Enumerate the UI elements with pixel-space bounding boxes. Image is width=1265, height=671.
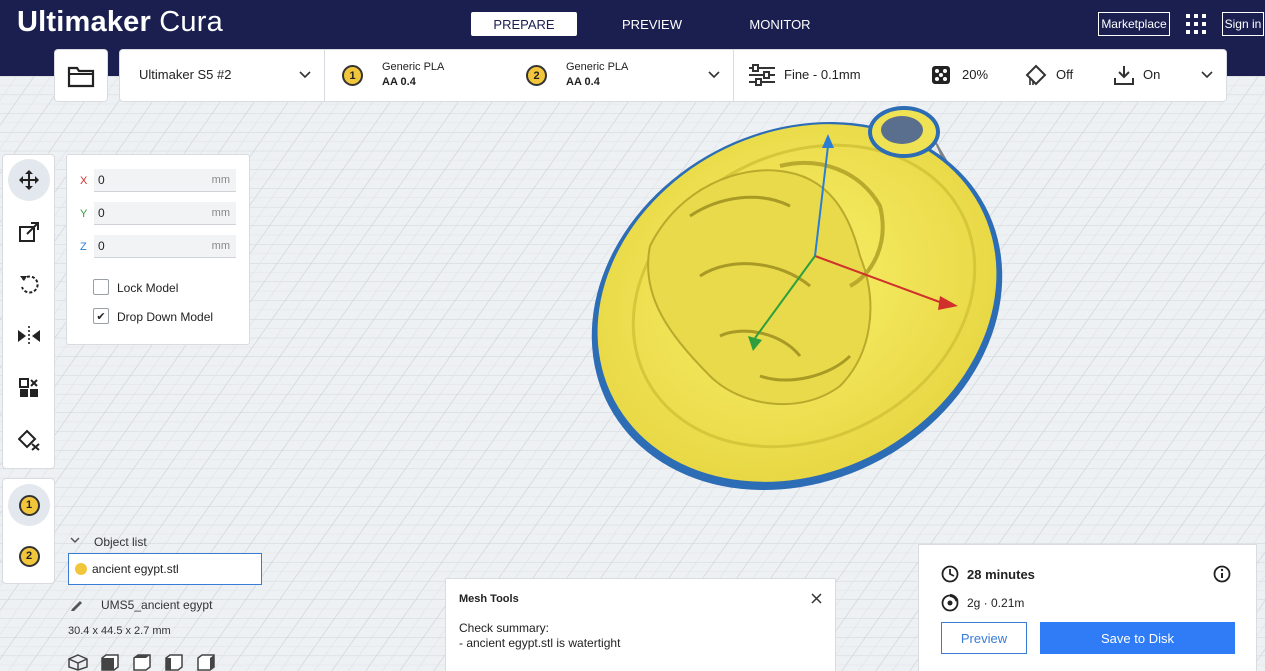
- pencil-icon[interactable]: [70, 598, 86, 612]
- extruder-color-dot: [75, 563, 87, 575]
- app-logo: Ultimaker Cura: [17, 6, 223, 39]
- folder-icon: [67, 66, 95, 87]
- material-usage: 2g · 0.21m: [967, 596, 1025, 610]
- z-axis-label: Z: [80, 241, 87, 253]
- y-unit: mm: [211, 207, 230, 219]
- chevron-down-icon[interactable]: [299, 71, 311, 79]
- save-to-disk-button[interactable]: Save to Disk: [1040, 622, 1235, 654]
- marketplace-button[interactable]: Marketplace: [1098, 12, 1170, 36]
- clock-icon: [941, 565, 959, 583]
- mesh-tools-title: Mesh Tools: [459, 593, 519, 605]
- collapse-chevron-icon[interactable]: [70, 537, 80, 544]
- infill-icon: [932, 66, 950, 84]
- job-name[interactable]: UMS5_ancient egypt: [101, 598, 212, 612]
- lock-model-checkbox[interactable]: [93, 279, 109, 295]
- view-right-icon[interactable]: [196, 654, 216, 671]
- logo-primary: Ultimaker: [17, 6, 151, 38]
- print-time: 28 minutes: [967, 567, 1035, 582]
- adhesion-value[interactable]: On: [1143, 67, 1160, 82]
- transform-tools-panel: [3, 155, 54, 468]
- support-value[interactable]: Off: [1056, 67, 1073, 82]
- tab-prepare[interactable]: PREPARE: [471, 12, 577, 36]
- extruder-1-icon: 1: [18, 494, 40, 516]
- sign-in-button[interactable]: Sign in: [1222, 12, 1264, 36]
- chevron-down-icon[interactable]: [1201, 71, 1213, 79]
- model-dimensions: 30.4 x 44.5 x 2.7 mm: [68, 625, 171, 637]
- view-3d-icon[interactable]: [68, 654, 88, 671]
- x-axis-label: X: [80, 175, 88, 187]
- extruder-2-icon: 2: [18, 545, 40, 567]
- rotate-icon: [20, 275, 39, 294]
- tab-monitor[interactable]: MONITOR: [727, 12, 833, 36]
- per-model-settings-icon: [19, 378, 38, 397]
- z-value: 0: [98, 239, 105, 253]
- extruder-2-badge: 2: [526, 65, 547, 86]
- close-icon[interactable]: [811, 593, 822, 604]
- y-coordinate-field[interactable]: 0 mm: [94, 202, 236, 225]
- extruder-1-badge: 1: [342, 65, 363, 86]
- rotate-tool[interactable]: [8, 263, 50, 305]
- drop-down-model-label: Drop Down Model: [117, 310, 214, 324]
- extruder-1-button[interactable]: 1: [8, 484, 50, 526]
- x-unit: mm: [211, 174, 230, 186]
- view-front-icon[interactable]: [100, 654, 120, 671]
- view-top-icon[interactable]: [132, 654, 152, 671]
- extruder-1-core: AA 0.4: [382, 76, 416, 88]
- apps-grid-icon[interactable]: [1186, 14, 1206, 34]
- open-file-button[interactable]: [55, 50, 107, 101]
- adhesion-icon: [1114, 66, 1134, 85]
- view-left-icon[interactable]: [164, 654, 184, 671]
- mirror-icon: [18, 326, 40, 346]
- infill-value[interactable]: 20%: [962, 67, 988, 82]
- extruder-2-button[interactable]: 2: [8, 535, 50, 577]
- 3d-viewport[interactable]: Ultimaker S5 #2 1 Generic PLA AA 0.4 2 G…: [0, 50, 1265, 671]
- printer-selector[interactable]: Ultimaker S5 #2: [139, 67, 231, 82]
- printer-settings-bar: Ultimaker S5 #2 1 Generic PLA AA 0.4 2 G…: [120, 50, 1226, 101]
- drop-down-model-checkbox[interactable]: ✔: [93, 308, 109, 324]
- spool-icon: [941, 594, 959, 612]
- view-orientation-bar: [68, 654, 216, 671]
- y-axis-label: Y: [80, 208, 88, 220]
- object-list-item[interactable]: ancient egypt.stl: [68, 553, 262, 585]
- settings-sliders-icon[interactable]: [748, 64, 776, 86]
- per-model-settings-tool[interactable]: [8, 367, 50, 409]
- move-panel: X 0 mm Y 0 mm Z 0 mm Lock Model ✔ Drop D…: [67, 155, 249, 344]
- object-name: ancient egypt.stl: [92, 562, 179, 576]
- tab-preview[interactable]: PREVIEW: [599, 12, 705, 36]
- print-action-panel: 28 minutes 2g · 0.21m Preview Save to Di…: [919, 545, 1256, 671]
- chevron-down-icon[interactable]: [708, 71, 720, 79]
- mirror-tool[interactable]: [8, 315, 50, 357]
- y-value: 0: [98, 206, 105, 220]
- preview-button[interactable]: Preview: [941, 622, 1027, 654]
- lock-model-label: Lock Model: [117, 281, 179, 295]
- support-icon: [1025, 64, 1047, 86]
- move-icon: [19, 170, 39, 190]
- x-value: 0: [98, 173, 105, 187]
- info-icon[interactable]: [1213, 565, 1231, 583]
- extruder-1-material: Generic PLA: [382, 61, 445, 73]
- object-list-title[interactable]: Object list: [94, 535, 147, 549]
- extruder-selector-panel: 1 2: [3, 479, 54, 583]
- x-coordinate-field[interactable]: 0 mm: [94, 169, 236, 192]
- extruder-2-core: AA 0.4: [566, 76, 600, 88]
- z-unit: mm: [211, 240, 230, 252]
- support-blocker-tool[interactable]: [8, 419, 50, 461]
- logo-secondary: Cura: [159, 6, 223, 38]
- check-summary-line: - ancient egypt.stl is watertight: [459, 636, 621, 650]
- extruder-2-material: Generic PLA: [566, 61, 629, 73]
- profile-label[interactable]: Fine - 0.1mm: [784, 67, 861, 82]
- check-summary-title: Check summary:: [459, 621, 550, 635]
- stage-tabs: PREPARE PREVIEW MONITOR: [471, 12, 855, 36]
- support-blocker-icon: [18, 429, 40, 451]
- scale-icon: [19, 222, 39, 242]
- z-coordinate-field[interactable]: 0 mm: [94, 235, 236, 258]
- mesh-tools-message: Mesh Tools Check summary: - ancient egyp…: [446, 579, 835, 671]
- scale-tool[interactable]: [8, 211, 50, 253]
- move-tool[interactable]: [8, 159, 50, 201]
